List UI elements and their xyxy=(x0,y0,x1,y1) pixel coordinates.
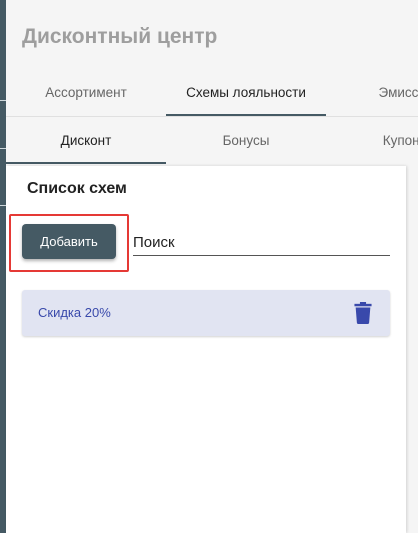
scheme-list-panel: Список схем Добавить Скидка 20% xyxy=(6,166,406,533)
sub-tabs: Дисконт Бонусы Купоны xyxy=(6,118,418,164)
panel-title: Список схем xyxy=(27,180,127,197)
tabs-divider xyxy=(6,116,418,117)
scheme-list-item[interactable]: Скидка 20% xyxy=(22,290,390,336)
tab-coupons[interactable]: Купоны xyxy=(326,118,418,164)
tab-bonuses[interactable]: Бонусы xyxy=(166,118,326,164)
app-title: Дисконтный центр xyxy=(22,25,218,48)
scheme-label: Скидка 20% xyxy=(38,305,111,320)
tab-emissions[interactable]: Эмиссии xyxy=(326,70,418,116)
app-header: Дисконтный центр xyxy=(6,0,418,70)
tab-discount[interactable]: Дисконт xyxy=(6,118,166,164)
add-button[interactable]: Добавить xyxy=(22,224,116,259)
top-tabs: Ассортимент Схемы лояльности Эмиссии xyxy=(6,70,418,116)
tab-loyalty-schemes[interactable]: Схемы лояльности xyxy=(166,70,326,116)
tab-assortment[interactable]: Ассортимент xyxy=(6,70,166,116)
search-input[interactable] xyxy=(133,229,390,256)
trash-icon[interactable] xyxy=(354,302,372,324)
